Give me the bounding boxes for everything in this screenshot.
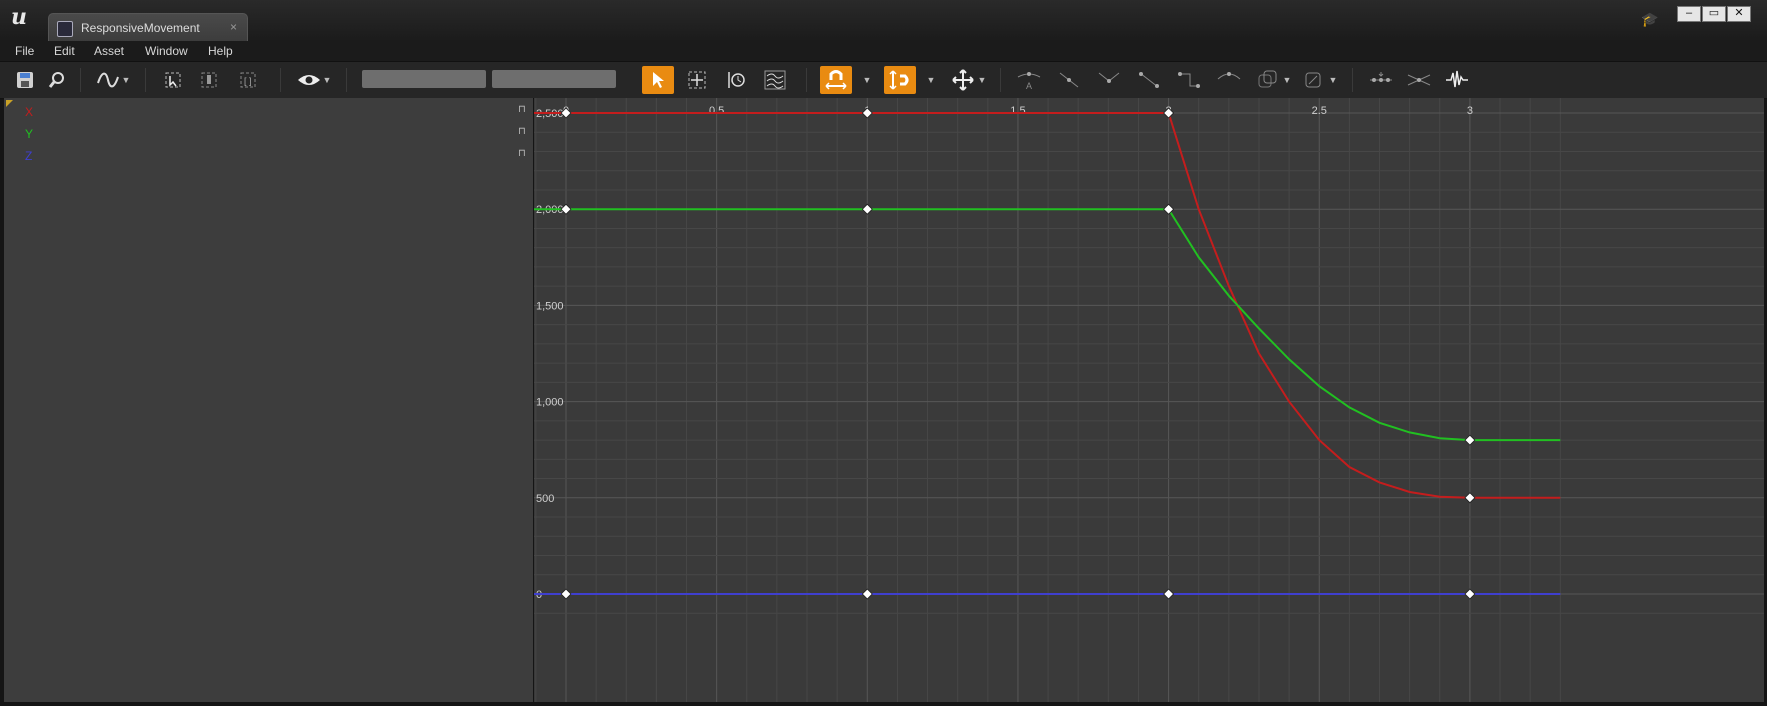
frame-icon[interactable]: [ ] xyxy=(235,66,261,94)
tab-close-button[interactable]: × xyxy=(230,20,237,34)
user-tangent-icon[interactable] xyxy=(1054,66,1084,94)
multi-curve-icon[interactable] xyxy=(760,66,790,94)
straighten-icon[interactable] xyxy=(1404,66,1434,94)
y-tick-label: 500 xyxy=(536,493,554,505)
snap-value-dropdown-icon[interactable]: ▼ xyxy=(862,66,872,94)
curve-y-key[interactable] xyxy=(861,203,873,215)
y-tick-label: 1,500 xyxy=(536,300,564,312)
menu-window[interactable]: Window xyxy=(145,44,188,58)
constant-icon[interactable] xyxy=(1174,66,1204,94)
unreal-logo-icon: u xyxy=(11,4,27,30)
bottom-border xyxy=(0,702,1767,706)
curve-z-key[interactable] xyxy=(861,588,873,600)
move-dropdown-icon[interactable]: ▼ xyxy=(977,66,987,94)
curve-item-x[interactable]: X xyxy=(25,105,33,119)
x-tick-label: 1.5 xyxy=(1010,105,1025,117)
auto-tangent-icon[interactable]: A xyxy=(1014,66,1044,94)
curve-item-y[interactable]: Y xyxy=(25,127,33,141)
x-tick-label: 0.5 xyxy=(709,105,724,117)
menu-file[interactable]: File xyxy=(15,44,34,58)
post-infinity-dropdown-icon[interactable]: ▼ xyxy=(1328,66,1338,94)
close-window-button[interactable]: ✕ xyxy=(1727,6,1751,22)
minimize-button[interactable]: – xyxy=(1677,6,1701,22)
curve-z-key[interactable] xyxy=(560,588,572,600)
svg-text:[ ]: [ ] xyxy=(244,76,252,86)
save-icon[interactable] xyxy=(12,66,38,94)
post-infinity-icon[interactable] xyxy=(1300,66,1330,94)
toolbar: ▼ [ ] ▼ ▼ ▼ ▼ A ▼ ▼ xyxy=(0,61,1767,99)
menu-help[interactable]: Help xyxy=(208,44,233,58)
curve-type-dropdown-icon[interactable]: ▼ xyxy=(121,66,131,94)
curve-y-key[interactable] xyxy=(1163,203,1175,215)
transform-mode-icon[interactable] xyxy=(682,66,712,94)
pre-infinity-icon[interactable] xyxy=(1254,66,1284,94)
tab-title: ResponsiveMovement xyxy=(81,21,200,35)
key-icon[interactable] xyxy=(196,66,222,94)
pre-infinity-dropdown-icon[interactable]: ▼ xyxy=(1282,66,1292,94)
curve-x-key[interactable] xyxy=(1464,492,1476,504)
current-time-input[interactable] xyxy=(362,70,486,88)
select-icon[interactable] xyxy=(160,66,186,94)
snap-time-icon[interactable] xyxy=(884,66,916,94)
curve-asset-icon xyxy=(57,21,73,37)
pin-x-icon[interactable]: ⊓ xyxy=(518,104,526,115)
select-mode-icon[interactable] xyxy=(642,66,674,94)
snap-value-icon[interactable] xyxy=(820,66,852,94)
curve-graph[interactable]: 00.511.522.5305001,0001,5002,0002,500 xyxy=(534,98,1764,702)
weighted-icon[interactable] xyxy=(1214,66,1244,94)
menu-edit[interactable]: Edit xyxy=(54,44,75,58)
title-bar: u ResponsiveMovement × 🎓 – ▭ ✕ xyxy=(0,0,1767,42)
curve-graph-canvas[interactable]: 00.511.522.5305001,0001,5002,0002,500 xyxy=(534,98,1764,702)
pin-y-icon[interactable]: ⊓ xyxy=(518,126,526,137)
curve-y-key[interactable] xyxy=(1464,434,1476,446)
pin-z-icon[interactable]: ⊓ xyxy=(518,148,526,159)
move-icon[interactable] xyxy=(948,66,978,94)
curve-z-key[interactable] xyxy=(1163,588,1175,600)
browse-icon[interactable] xyxy=(44,66,70,94)
linear-icon[interactable] xyxy=(1134,66,1164,94)
x-tick-label: 2.5 xyxy=(1312,105,1327,117)
menu-asset[interactable]: Asset xyxy=(94,44,124,58)
asset-tab[interactable]: ResponsiveMovement × xyxy=(48,13,248,42)
snap-time-dropdown-icon[interactable]: ▼ xyxy=(926,66,936,94)
curve-z-key[interactable] xyxy=(1464,588,1476,600)
current-value-input[interactable] xyxy=(492,70,616,88)
x-tick-label: 3 xyxy=(1467,105,1473,117)
curve-type-icon[interactable] xyxy=(94,66,122,94)
retime-mode-icon[interactable] xyxy=(721,66,751,94)
graduation-cap-icon[interactable]: 🎓 xyxy=(1641,12,1659,26)
menu-bar: File Edit Asset Window Help xyxy=(0,41,1767,61)
flatten-icon[interactable] xyxy=(1366,66,1396,94)
y-tick-label: 1,000 xyxy=(536,397,564,409)
filter-icon[interactable] xyxy=(1442,66,1472,94)
curve-item-z[interactable]: Z xyxy=(25,149,32,163)
maximize-button[interactable]: ▭ xyxy=(1702,6,1726,22)
svg-text:A: A xyxy=(1026,81,1032,91)
panel-corner-marker xyxy=(6,100,13,107)
curve-list-panel: X Y Z ⊓ ⊓ ⊓ xyxy=(4,98,533,702)
visibility-icon[interactable] xyxy=(294,66,324,94)
visibility-dropdown-icon[interactable]: ▼ xyxy=(322,66,332,94)
break-tangent-icon[interactable] xyxy=(1094,66,1124,94)
